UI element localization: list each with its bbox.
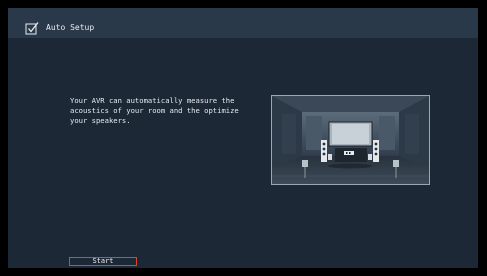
header-bar: Auto Setup xyxy=(8,8,478,38)
start-button[interactable]: Start xyxy=(69,257,137,266)
auto-setup-screen: Auto Setup Your AVR can automatically me… xyxy=(8,8,478,268)
description-text: Your AVR can automatically measure the a… xyxy=(70,96,270,126)
checkbox-check-icon xyxy=(25,20,39,35)
page-title: Auto Setup xyxy=(46,23,95,32)
description-line: your speakers. xyxy=(70,116,131,125)
description-line: Your AVR can automatically measure the xyxy=(70,96,235,105)
description-line: acoustics of your room and the optimize xyxy=(70,106,239,115)
home-theater-room-illustration xyxy=(271,95,430,185)
